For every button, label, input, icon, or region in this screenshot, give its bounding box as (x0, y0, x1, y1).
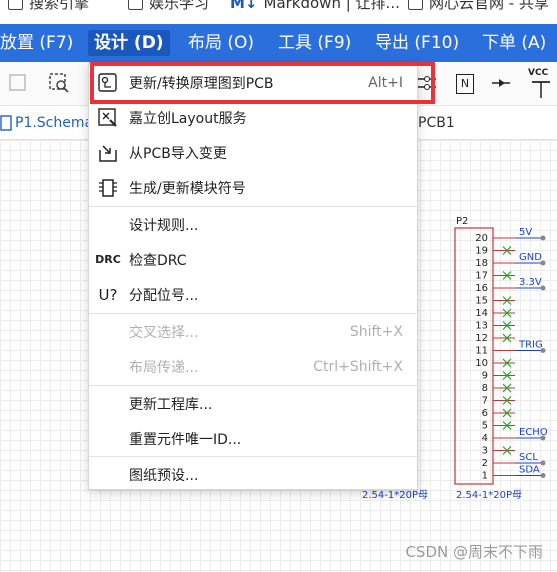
pin-number: 12 (475, 333, 488, 344)
menu-item-label: 交叉选择... (129, 324, 199, 341)
wire-end-dot (540, 473, 546, 478)
pin-number: 15 (475, 296, 488, 307)
menu-place[interactable]: 放置 (F7) (0, 30, 79, 56)
menu-layout[interactable]: 布局 (O) (182, 30, 260, 56)
folder-icon (8, 0, 23, 10)
menu-item-design-rules[interactable]: 设计规则... (89, 207, 417, 242)
menu-item-check-drc[interactable]: DRC 检查DRC (89, 242, 417, 277)
module-symbol-icon (99, 178, 117, 197)
menu-item-shortcut: Shift+X (349, 323, 403, 340)
markdown-icon: M↓ (230, 0, 258, 12)
pin-number: 11 (475, 346, 488, 357)
menu-item-label: 生成/更新模块符号 (129, 180, 246, 197)
pin-number: 7 (482, 396, 488, 407)
menu-item-label: 设计规则... (129, 217, 199, 234)
bookmark-label: Markdown | 让排... (263, 0, 400, 12)
menu-item-update-library[interactable]: 更新工程库... (89, 386, 417, 421)
bookmark-item[interactable]: 网心云官网 - 共享 (408, 0, 549, 13)
zoom-area-icon[interactable] (48, 72, 70, 94)
bookmark-label: 搜索引擎 (29, 0, 90, 12)
folder-icon (128, 0, 143, 10)
menu-item-layout-service[interactable]: 嘉立创Layout服务 (89, 100, 417, 135)
menu-item-label: 更新工程库... (129, 396, 213, 413)
pin-number: 14 (475, 308, 488, 319)
component-tool-icon[interactable] (416, 72, 438, 94)
menu-tools[interactable]: 工具 (F9) (272, 30, 357, 56)
pin-number: 18 (475, 258, 488, 269)
menu-item-update-pcb[interactable]: 更新/转换原理图到PCB Alt+I (89, 65, 417, 100)
menu-item-label: 分配位号... (129, 287, 199, 304)
tab-schematic[interactable]: P1.Schema (15, 115, 93, 131)
vcc-label: VCC (528, 68, 549, 78)
menu-item-label: 重置元件唯一ID... (129, 431, 242, 448)
cloud-icon (408, 0, 423, 10)
tab-pcb[interactable]: PCB1 (418, 115, 455, 131)
pin-number: 10 (475, 358, 488, 369)
menu-item-shortcut: Alt+I (368, 74, 403, 91)
pin-number: 20 (475, 233, 488, 244)
wire-end-dot (540, 235, 546, 241)
footprint-label-right: 2.54-1*20P母 (456, 489, 522, 501)
net-label: 3.3V (519, 277, 542, 288)
pin-number: 3 (482, 446, 488, 457)
menu-item-reset-id[interactable]: 重置元件唯一ID... (89, 421, 417, 456)
net-flag-icon[interactable]: N (456, 74, 474, 94)
menu-bar: 放置 (F7) 设计 (D) 布局 (O) 工具 (F9) 导出 (F10) 下… (0, 24, 557, 62)
pin-number: 6 (482, 408, 488, 419)
watermark: CSDN @周末不下雨 (405, 543, 543, 561)
menu-item-label: 从PCB导入变更 (129, 145, 227, 162)
net-label: ECHO (519, 427, 548, 438)
layout-service-icon (98, 107, 117, 127)
menu-item-assign-designator[interactable]: U? 分配位号... (89, 277, 417, 312)
menu-item-cross-select[interactable]: 交叉选择... Shift+X (89, 314, 417, 349)
net-label: SDA (519, 465, 540, 476)
pin-number: 2 (482, 458, 488, 469)
bookmarks-bar: 搜索引擎 娱乐学习 M↓ Markdown | 让排... 网心云官网 - 共享 (0, 0, 557, 24)
component-designator: P2 (456, 216, 468, 227)
net-label: SCL (519, 452, 538, 463)
pin-number: 5 (482, 421, 488, 432)
net-label: TRIG (518, 340, 543, 351)
vcc-icon[interactable] (530, 78, 552, 100)
net-label: GND (519, 252, 542, 263)
document-icon (0, 115, 12, 131)
menu-item-module-symbol[interactable]: 生成/更新模块符号 (89, 170, 417, 205)
design-menu-dropdown: 更新/转换原理图到PCB Alt+I 嘉立创Layout服务 从PCB导入变更 … (88, 62, 418, 490)
menu-item-layout-transfer[interactable]: 布局传递... Ctrl+Shift+X (89, 349, 417, 384)
pin-number: 4 (482, 433, 488, 444)
pin-number: 16 (475, 283, 488, 294)
pin-number: 19 (475, 246, 488, 257)
net-port-icon[interactable] (490, 72, 512, 94)
pcb-convert-icon (98, 72, 117, 92)
bookmark-label: 娱乐学习 (149, 0, 210, 12)
bookmark-label: 网心云官网 - 共享 (429, 0, 549, 12)
menu-design[interactable]: 设计 (D) (88, 30, 170, 56)
drc-icon: DRC (95, 253, 121, 266)
import-changes-icon (99, 144, 117, 162)
wire-end-dot (540, 460, 546, 466)
bookmark-item[interactable]: 娱乐学习 (128, 0, 209, 13)
select-icon[interactable] (8, 72, 30, 94)
pin-number: 8 (482, 383, 488, 394)
net-label: 5V (519, 227, 532, 238)
menu-item-label: 检查DRC (129, 252, 187, 269)
menu-item-sheet-preset[interactable]: 图纸预设... (89, 457, 417, 492)
menu-item-label: 嘉立创Layout服务 (129, 110, 247, 127)
menu-item-import-changes[interactable]: 从PCB导入变更 (89, 135, 417, 170)
pin-number: 1 (482, 471, 488, 482)
menu-export[interactable]: 导出 (F10) (369, 30, 465, 56)
menu-item-shortcut: Ctrl+Shift+X (313, 358, 403, 375)
assign-designator-icon: U? (98, 285, 118, 304)
pin-number: 17 (475, 271, 488, 282)
bookmark-item[interactable]: 搜索引擎 (8, 0, 89, 13)
menu-item-label: 更新/转换原理图到PCB (129, 75, 274, 92)
menu-item-label: 图纸预设... (129, 467, 199, 484)
pin-number: 13 (475, 321, 488, 332)
menu-item-label: 布局传递... (129, 359, 199, 376)
bookmark-item[interactable]: M↓ Markdown | 让排... (230, 0, 400, 13)
menu-order[interactable]: 下单 (A) (476, 30, 552, 56)
pin-number: 9 (482, 371, 488, 382)
